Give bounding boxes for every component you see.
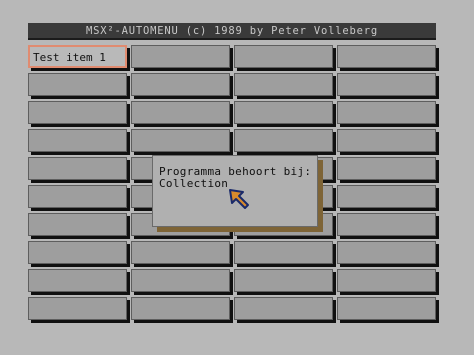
menu-item[interactable]: [337, 185, 436, 208]
menu-item[interactable]: [28, 101, 127, 124]
menu-item[interactable]: [28, 157, 127, 180]
menu-item[interactable]: [28, 269, 127, 292]
menu-item[interactable]: [337, 101, 436, 124]
menu-item[interactable]: [337, 45, 436, 68]
menu-item[interactable]: [131, 129, 230, 152]
menu-item[interactable]: [28, 185, 127, 208]
menu-item-selected[interactable]: Test item 1: [28, 45, 127, 68]
menu-item[interactable]: [234, 101, 333, 124]
menu-item[interactable]: [131, 241, 230, 264]
app-title: MSX²-AUTOMENU (c) 1989 by Peter Volleber…: [86, 24, 378, 37]
menu-item[interactable]: [337, 157, 436, 180]
menu-item[interactable]: [337, 213, 436, 236]
menu-item[interactable]: [337, 269, 436, 292]
msx-screen: MSX²-AUTOMENU (c) 1989 by Peter Volleber…: [0, 0, 474, 355]
arrow-cursor-icon: [229, 189, 249, 209]
menu-item[interactable]: [234, 45, 333, 68]
menu-item[interactable]: [337, 297, 436, 320]
menu-item[interactable]: [234, 129, 333, 152]
menu-item[interactable]: [337, 73, 436, 96]
title-bar: MSX²-AUTOMENU (c) 1989 by Peter Volleber…: [28, 23, 436, 40]
menu-item[interactable]: [234, 241, 333, 264]
menu-item[interactable]: [337, 129, 436, 152]
menu-item[interactable]: [131, 45, 230, 68]
menu-item[interactable]: [234, 269, 333, 292]
menu-item[interactable]: [28, 73, 127, 96]
menu-item[interactable]: [234, 297, 333, 320]
menu-item[interactable]: [131, 297, 230, 320]
menu-item[interactable]: [131, 101, 230, 124]
menu-item-label: Test item 1: [33, 51, 106, 64]
menu-item[interactable]: [28, 213, 127, 236]
menu-item[interactable]: [28, 129, 127, 152]
menu-item[interactable]: [28, 241, 127, 264]
menu-item[interactable]: [131, 269, 230, 292]
menu-item[interactable]: [28, 297, 127, 320]
menu-item[interactable]: [131, 73, 230, 96]
menu-item[interactable]: [337, 241, 436, 264]
popup-collection-name: Collection: [159, 177, 229, 190]
menu-item[interactable]: [234, 73, 333, 96]
